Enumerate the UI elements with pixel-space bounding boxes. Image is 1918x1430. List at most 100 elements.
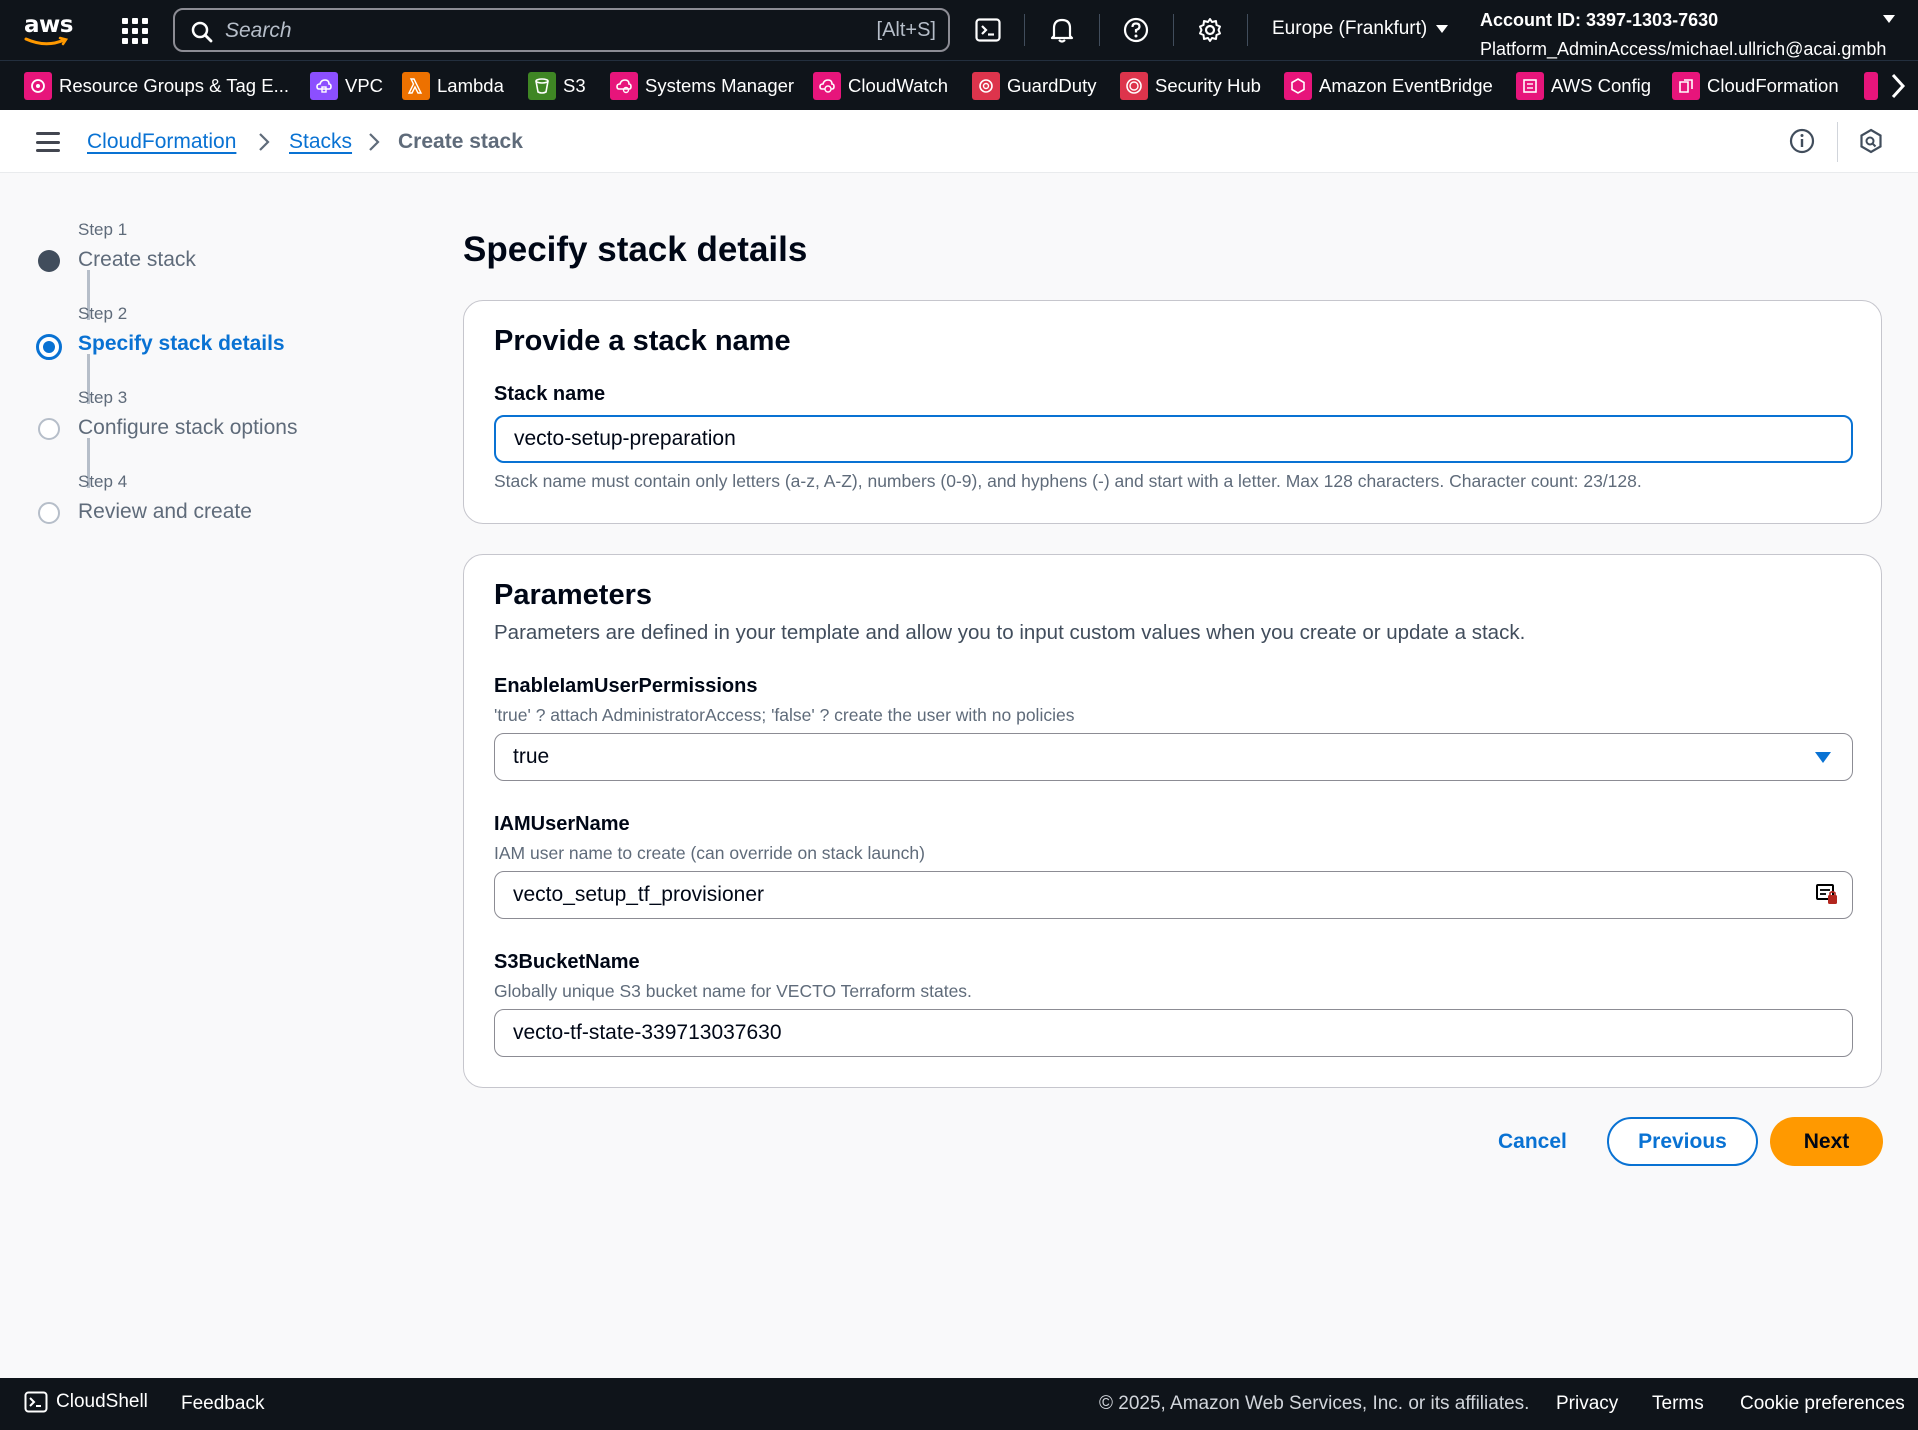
favorite-s3[interactable]: S3 — [528, 71, 586, 101]
breadcrumb-cloudformation[interactable]: CloudFormation — [87, 130, 236, 154]
terms-link[interactable]: Terms — [1652, 1393, 1704, 1415]
account-menu[interactable]: Account ID: 3397-1303-7630 Platform_Admi… — [1480, 6, 1886, 64]
favorites-bar: Resource Groups & Tag E... VPC Lambda S3… — [0, 60, 1918, 110]
favorite-aws-config[interactable]: AWS Config — [1516, 71, 1651, 101]
aws-config-icon — [1516, 72, 1544, 100]
caret-down-icon[interactable] — [1882, 14, 1896, 24]
favorite-guardduty[interactable]: GuardDuty — [972, 71, 1096, 101]
previous-button[interactable]: Previous — [1607, 1117, 1758, 1166]
stack-name-card: Provide a stack name Stack name Stack na… — [463, 300, 1882, 524]
search-input[interactable] — [225, 18, 825, 44]
aws-smile-icon — [24, 36, 69, 46]
stack-name-label: Stack name — [494, 383, 606, 405]
step-pending-icon — [38, 502, 60, 524]
caret-down-icon — [1815, 752, 1831, 763]
systems-manager-icon — [610, 72, 638, 100]
chevron-right-icon[interactable] — [1890, 73, 1906, 99]
s3-bucket-icon — [528, 72, 556, 100]
favorite-resource-groups[interactable]: Resource Groups & Tag E... — [24, 71, 289, 101]
card-title: Parameters — [494, 579, 652, 611]
aws-logo-text: aws — [24, 12, 73, 38]
top-navigation: aws [Alt+S] Europe (Frankfurt) Account I — [0, 0, 1918, 60]
step-title: Configure stack options — [78, 416, 298, 439]
aws-logo[interactable]: aws — [24, 14, 74, 46]
select-value: true — [513, 745, 550, 768]
step-number: Step 3 — [78, 388, 128, 407]
region-label: Europe (Frankfurt) — [1272, 18, 1428, 39]
region-selector[interactable]: Europe (Frankfurt) — [1272, 18, 1449, 40]
services-menu-icon[interactable] — [122, 18, 148, 44]
s3-bucket-name-input[interactable] — [494, 1009, 1853, 1057]
favorite-security-hub[interactable]: Security Hub — [1120, 71, 1261, 101]
parameters-card: Parameters Parameters are defined in you… — [463, 554, 1882, 1088]
copyright-text: © 2025, Amazon Web Services, Inc. or its… — [1099, 1393, 1530, 1414]
step-complete-icon — [38, 250, 60, 272]
chevron-right-icon — [369, 133, 380, 151]
next-button[interactable]: Next — [1770, 1117, 1883, 1166]
lambda-icon — [402, 72, 430, 100]
cloudshell-icon — [24, 1391, 48, 1413]
search-shortcut: [Alt+S] — [876, 19, 936, 41]
favorite-vpc[interactable]: VPC — [310, 71, 383, 101]
cookie-preferences-link[interactable]: Cookie preferences — [1740, 1393, 1905, 1415]
step-title: Create stack — [78, 248, 196, 271]
iam-username-wrapper — [464, 871, 1883, 919]
breadcrumb-current: Create stack — [398, 130, 523, 153]
service-icon — [1864, 72, 1878, 100]
favorite-eventbridge[interactable]: Amazon EventBridge — [1284, 71, 1493, 101]
vpc-icon — [310, 72, 338, 100]
caret-down-icon — [1436, 25, 1449, 33]
param-label: S3BucketName — [494, 951, 640, 973]
nav-divider — [1099, 14, 1100, 46]
security-hub-icon — [1120, 72, 1148, 100]
favorite-overflow[interactable] — [1864, 71, 1878, 101]
divider — [1837, 122, 1838, 162]
nav-divider — [1247, 14, 1248, 46]
step-pending-icon — [38, 418, 60, 440]
param-label: EnableIamUserPermissions — [494, 675, 758, 697]
enable-iam-user-permissions-select[interactable]: true — [494, 733, 1853, 781]
step-number: Step 4 — [78, 472, 128, 491]
resource-groups-icon — [24, 72, 52, 100]
param-hint: 'true' ? attach AdministratorAccess; 'fa… — [494, 705, 1075, 725]
favorite-lambda[interactable]: Lambda — [402, 71, 504, 101]
favorite-systems-manager[interactable]: Systems Manager — [610, 71, 794, 101]
page-title: Specify stack details — [463, 230, 808, 269]
gear-icon[interactable] — [1196, 16, 1224, 44]
breadcrumb-bar: CloudFormation Stacks Create stack — [0, 110, 1918, 173]
param-hint: Globally unique S3 bucket name for VECTO… — [494, 981, 972, 1001]
password-manager-icon[interactable] — [1815, 882, 1839, 906]
search-icon — [191, 21, 213, 43]
stack-name-input[interactable] — [494, 415, 1853, 463]
cloudwatch-icon — [813, 72, 841, 100]
step-title: Specify stack details — [78, 332, 285, 355]
privacy-link[interactable]: Privacy — [1556, 1393, 1618, 1415]
eventbridge-icon — [1284, 72, 1312, 100]
cloudshell-footer-button[interactable]: CloudShell — [24, 1391, 148, 1413]
param-label: IAMUserName — [494, 813, 630, 835]
guardduty-icon — [972, 72, 1000, 100]
step-number: Step 1 — [78, 220, 128, 239]
footer: CloudShell Feedback © 2025, Amazon Web S… — [0, 1378, 1918, 1430]
bell-icon[interactable] — [1048, 16, 1076, 44]
nav-divider — [1024, 14, 1025, 46]
favorite-cloudwatch[interactable]: CloudWatch — [813, 71, 948, 101]
search-box: [Alt+S] — [173, 8, 950, 52]
cloudshell-icon[interactable] — [974, 16, 1002, 44]
cancel-button[interactable]: Cancel — [1480, 1120, 1585, 1164]
step-current-icon — [36, 334, 62, 360]
info-icon[interactable] — [1789, 128, 1815, 154]
account-id: Account ID: 3397-1303-7630 — [1480, 10, 1719, 30]
step-number: Step 2 — [78, 304, 128, 323]
iam-username-input[interactable] — [494, 871, 1853, 919]
parameters-description: Parameters are defined in your template … — [494, 621, 1526, 644]
favorite-cloudformation[interactable]: CloudFormation — [1672, 71, 1839, 101]
menu-icon[interactable] — [36, 132, 60, 152]
step-title: Review and create — [78, 500, 252, 523]
chevron-right-icon — [259, 133, 270, 151]
feedback-hexagon-icon[interactable] — [1858, 128, 1884, 154]
help-icon[interactable] — [1122, 16, 1150, 44]
breadcrumb-stacks[interactable]: Stacks — [289, 130, 352, 154]
cloudformation-icon — [1672, 72, 1700, 100]
feedback-link[interactable]: Feedback — [181, 1393, 264, 1415]
